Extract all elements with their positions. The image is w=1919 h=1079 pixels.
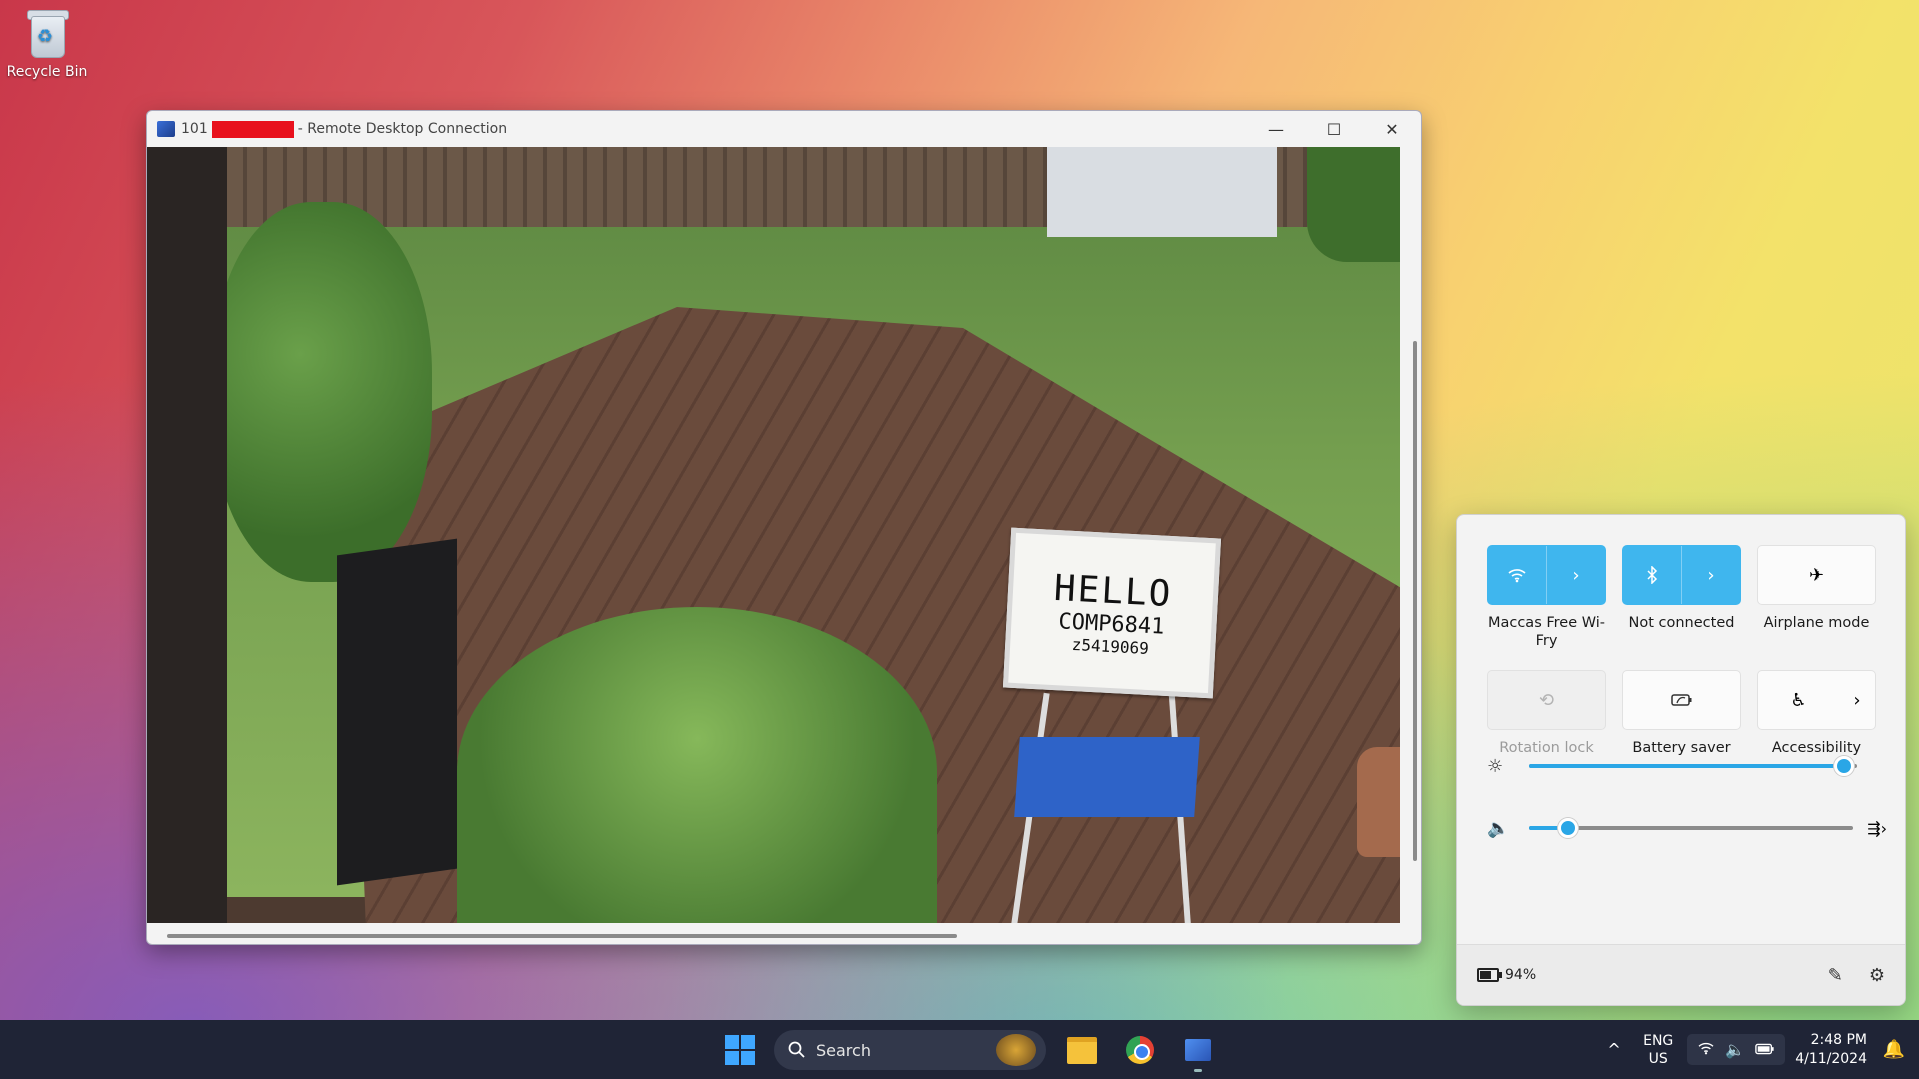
remote-desktop-app-icon: [157, 121, 175, 137]
brightness-icon: ☼: [1487, 755, 1504, 777]
shrub: [212, 202, 432, 582]
chair-seat: [1014, 737, 1200, 817]
battery-saver-tile[interactable]: [1622, 670, 1741, 730]
search-label: Search: [816, 1040, 871, 1060]
minimize-button[interactable]: —: [1247, 111, 1305, 147]
file-explorer-icon: [1067, 1036, 1097, 1064]
taskbar: Search ^ ENG US 🔈 2:48 PM 4/11/2024 🔔: [0, 1020, 1919, 1079]
sign-line: HELLO: [1052, 567, 1174, 615]
system-tray: ^ ENG US 🔈 2:48 PM 4/11/2024 🔔: [1599, 1020, 1919, 1079]
battery-status[interactable]: 94%: [1477, 967, 1536, 983]
wifi-icon[interactable]: [1488, 546, 1547, 604]
volume-slider-thumb[interactable]: [1557, 818, 1578, 838]
wifi-icon: [1697, 1040, 1715, 1059]
clock-date: 4/11/2024: [1795, 1050, 1867, 1067]
airplane-mode-tile[interactable]: ✈: [1757, 545, 1876, 605]
battery-percentage: 94%: [1505, 967, 1537, 983]
battery-saver-icon: [1623, 671, 1740, 729]
window-title-prefix: 101: [181, 121, 208, 137]
gear-icon[interactable]: ⚙: [1869, 965, 1885, 986]
language-code: ENG: [1643, 1032, 1674, 1049]
chrome-icon: [1126, 1036, 1154, 1064]
system-status-group[interactable]: 🔈: [1687, 1034, 1786, 1065]
rotation-lock-tile[interactable]: ⟲: [1487, 670, 1606, 730]
running-indicator: [1194, 1069, 1202, 1072]
window-title: - Remote Desktop Connection: [297, 121, 508, 137]
battery-icon: [1755, 1040, 1775, 1059]
dark-post: [147, 147, 227, 923]
speaker-icon: 🔈: [1725, 1040, 1746, 1059]
bluetooth-tile[interactable]: ›: [1622, 545, 1741, 605]
clock[interactable]: 2:48 PM 4/11/2024: [1795, 1031, 1867, 1069]
window-titlebar[interactable]: 101 - Remote Desktop Connection — ☐ ✕: [147, 111, 1421, 147]
wifi-tile[interactable]: ›: [1487, 545, 1606, 605]
bluetooth-tile-label: Not connected: [1628, 615, 1735, 631]
plant-pot: [1357, 747, 1400, 857]
shrub-foreground: [457, 607, 937, 923]
whiteboard-sign: HELLO COMP6841 z5419069: [1002, 527, 1222, 699]
chrome-button[interactable]: [1118, 1028, 1162, 1072]
close-button[interactable]: ✕: [1363, 111, 1421, 147]
chevron-right-icon[interactable]: ›: [1682, 546, 1740, 604]
pencil-icon[interactable]: ✎: [1828, 965, 1843, 986]
airplane-mode-label: Airplane mode: [1763, 615, 1870, 631]
file-explorer-button[interactable]: [1060, 1028, 1104, 1072]
volume-slider-row: 🔈 ⇶›: [1487, 813, 1887, 843]
redaction-box: [211, 120, 294, 138]
notification-bell-icon[interactable]: 🔔: [1879, 1039, 1909, 1060]
recycle-bin-icon: ♻: [27, 8, 69, 58]
remote-desktop-icon: [1185, 1039, 1211, 1061]
maximize-button[interactable]: ☐: [1305, 111, 1363, 147]
remote-desktop-button[interactable]: [1176, 1028, 1220, 1072]
search-icon: [788, 1041, 805, 1058]
search-box[interactable]: Search: [774, 1030, 1046, 1070]
quick-settings-footer: 94% ✎ ⚙: [1457, 944, 1905, 1005]
horizontal-scrollbar[interactable]: [167, 934, 957, 938]
battery-icon: [1477, 968, 1502, 982]
rotation-lock-icon: ⟲: [1538, 689, 1555, 711]
sign-line: z5419069: [1071, 634, 1150, 658]
speaker-icon[interactable]: 🔈: [1487, 818, 1517, 839]
clock-time: 2:48 PM: [1810, 1031, 1867, 1048]
volume-slider[interactable]: [1529, 818, 1853, 838]
chevron-right-icon[interactable]: ›: [1547, 546, 1605, 604]
airplane-icon: ✈: [1808, 564, 1825, 586]
language-region: US: [1648, 1050, 1668, 1067]
bluetooth-icon[interactable]: [1623, 546, 1682, 604]
desktop-icon-recycle-bin[interactable]: ♻ Recycle Bin: [4, 8, 90, 80]
brightness-slider-row: ☼: [1487, 751, 1887, 781]
search-highlight-image: [996, 1034, 1036, 1066]
audio-output-button[interactable]: ⇶›: [1853, 819, 1887, 838]
remote-session-view[interactable]: HELLO COMP6841 z5419069: [147, 147, 1400, 923]
wifi-tile-label: Maccas Free Wi-Fry: [1487, 615, 1606, 649]
quick-settings-panel: › Maccas Free Wi-Fry › Not connected ✈ A…: [1456, 514, 1906, 1006]
hedge: [1307, 147, 1400, 262]
chevron-up-icon[interactable]: ^: [1599, 1040, 1629, 1059]
language-indicator[interactable]: ENG US: [1643, 1032, 1673, 1068]
brightness-slider[interactable]: [1529, 756, 1857, 776]
vertical-scrollbar[interactable]: [1413, 341, 1417, 861]
dark-object: [337, 538, 457, 886]
accessibility-tile[interactable]: ♿ ›: [1757, 670, 1876, 730]
chevron-right-icon[interactable]: ›: [1839, 671, 1875, 729]
remote-desktop-window[interactable]: 101 - Remote Desktop Connection — ☐ ✕ HE…: [146, 110, 1422, 945]
brightness-slider-thumb[interactable]: [1833, 756, 1854, 776]
accessibility-icon: ♿: [1790, 689, 1807, 711]
shed: [1047, 147, 1277, 237]
start-button[interactable]: [720, 1030, 760, 1070]
desktop-icon-label: Recycle Bin: [6, 64, 88, 80]
